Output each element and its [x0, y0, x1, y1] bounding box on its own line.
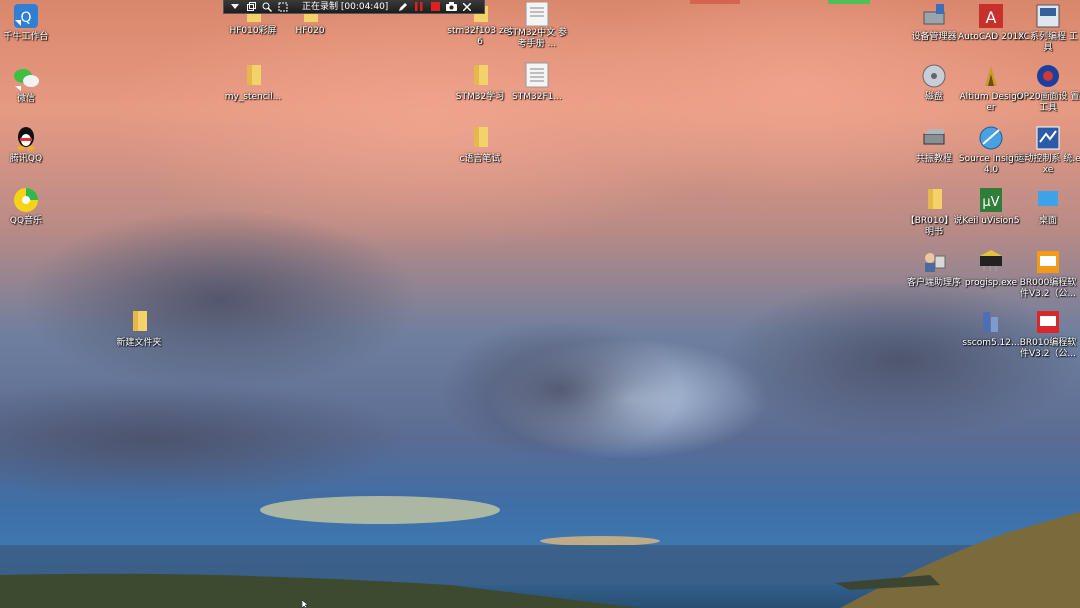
- svg-text:Q: Q: [20, 10, 31, 26]
- desktop-icon-op20[interactable]: OP20画面设 置工具: [1012, 62, 1080, 114]
- pause-icon[interactable]: [412, 1, 426, 13]
- desktop-icon-label: OP20画面设 置工具: [1016, 92, 1080, 113]
- desktop-icon-label: QQ音乐: [9, 216, 43, 226]
- device-manager-icon: [920, 2, 948, 30]
- desktop-icon-qianniu[interactable]: Q 千牛工作台: [0, 2, 62, 43]
- mouse-cursor-icon: [302, 600, 309, 608]
- desktop-icon-label: 新建文件夹: [116, 338, 162, 348]
- desktop-icon-br000[interactable]: BR000编程软 件V3.2（公...: [1012, 248, 1080, 300]
- close-icon[interactable]: [460, 1, 474, 13]
- qq-penguin-icon: [12, 124, 40, 152]
- camera-icon[interactable]: [444, 1, 458, 13]
- desktop-icon-xcprog[interactable]: XC系列编程 工具: [1012, 2, 1080, 54]
- folder-icon: [466, 124, 494, 152]
- xc-programmer-icon: [1034, 2, 1062, 30]
- wechat-icon: [12, 64, 40, 92]
- desktop-folder-icon: [1034, 186, 1062, 214]
- progisp-icon: [977, 248, 1005, 276]
- desktop-icon-desktop[interactable]: 桌面: [1012, 186, 1080, 227]
- motion-control-icon: [1034, 124, 1062, 152]
- desktop-icon-wechat[interactable]: 微信: [0, 64, 62, 105]
- desktop-icon-stencil[interactable]: my_stencil...: [217, 62, 289, 103]
- top-accent-green: [828, 0, 870, 4]
- op20-icon: [1034, 62, 1062, 90]
- pen-icon[interactable]: [396, 1, 410, 13]
- svg-text:A: A: [986, 8, 997, 27]
- top-accent-red: [690, 0, 740, 4]
- drive-icon: [920, 124, 948, 152]
- desktop-icon-label: my_stencil...: [224, 92, 282, 102]
- desktop-icon-cbase[interactable]: c语言笔试: [444, 124, 516, 165]
- desktop-icon-br010prog[interactable]: BR010编程软 件V3.2（公...: [1012, 308, 1080, 360]
- desktop-icon-label: c语言笔试: [459, 154, 501, 164]
- desktop-icon-label: 桌面: [1038, 216, 1057, 226]
- region-icon[interactable]: [276, 1, 290, 13]
- desktop-icon-label: HF020: [295, 26, 325, 36]
- desktop-icon-stm32f1[interactable]: STM32F1...: [501, 62, 573, 103]
- document-icon: [523, 62, 551, 90]
- svg-text:μV: μV: [982, 195, 999, 210]
- recording-toolbar: 正在录制 [00:04:40]: [223, 0, 485, 14]
- desktop-icon-label: 运动控制系 统.exe: [1015, 154, 1080, 175]
- document-icon: [523, 1, 551, 27]
- desktop-icon-label: BR010编程软 件V3.2（公...: [1019, 338, 1077, 359]
- autocad-icon: A: [977, 2, 1005, 30]
- desktop-icon-label: 千牛工作台: [3, 32, 49, 42]
- desktop-icon-label: STM32F1...: [512, 92, 562, 102]
- desktop-icon-qq[interactable]: 腾讯QQ: [0, 124, 62, 165]
- qqmusic-icon: [12, 186, 40, 214]
- folder-icon: [239, 62, 267, 90]
- desktop-icon-label: 微信: [16, 94, 35, 104]
- keil-icon: μV: [977, 186, 1005, 214]
- folder-icon: [920, 186, 948, 214]
- desktop-icon-qqmusic[interactable]: QQ音乐: [0, 186, 62, 227]
- folder-icon: [466, 62, 494, 90]
- customer-service-icon: [920, 248, 948, 276]
- br000-programmer-icon: [1034, 248, 1062, 276]
- source-insight-icon: [977, 124, 1005, 152]
- restore-icon[interactable]: [244, 1, 258, 13]
- zoom-icon[interactable]: [260, 1, 274, 13]
- stop-icon[interactable]: [428, 1, 442, 13]
- disk-icon: [920, 62, 948, 90]
- desktop-icon-newfolder[interactable]: 新建文件夹: [103, 308, 175, 349]
- altium-icon: [977, 62, 1005, 90]
- desktop-icon-label: BR000编程软 件V3.2（公...: [1019, 278, 1077, 299]
- sscom-icon: [977, 308, 1005, 336]
- desktop-icon-label: XC系列编程 工具: [1018, 32, 1078, 53]
- qianniu-icon: Q: [12, 2, 40, 30]
- desktop-icon-label: STM32中文 参考手册 ...: [506, 28, 568, 49]
- desktop-icon-stm32cn[interactable]: STM32中文 参考手册 ...: [501, 1, 573, 50]
- desktop-icon-label: 腾讯QQ: [9, 154, 43, 164]
- dropdown-icon[interactable]: [228, 1, 242, 13]
- desktop-icon-motion[interactable]: 运动控制系 统.exe: [1012, 124, 1080, 176]
- recording-status: 正在录制 [00:04:40]: [302, 1, 389, 12]
- folder-icon: [125, 308, 153, 336]
- br010-programmer-icon: [1034, 308, 1062, 336]
